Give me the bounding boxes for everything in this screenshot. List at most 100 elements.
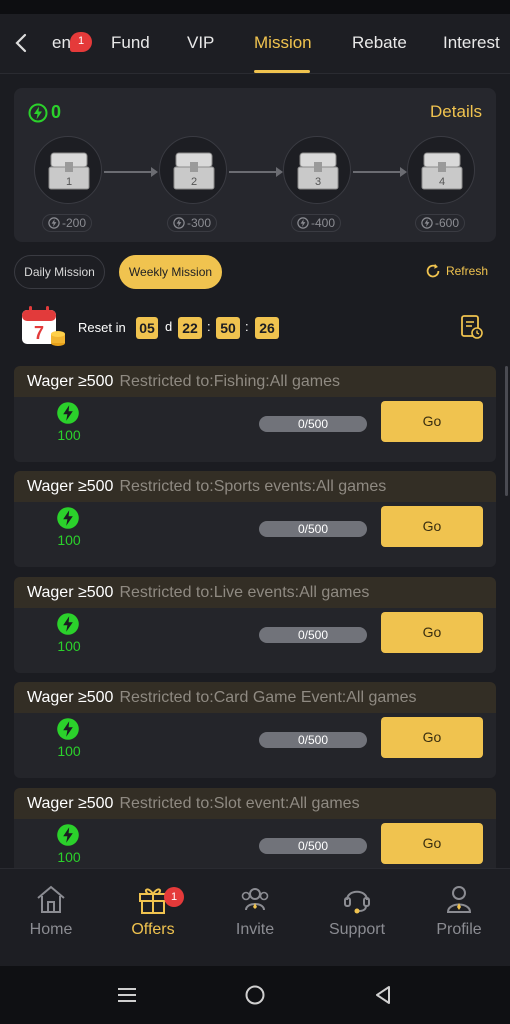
go-button[interactable]: Go	[381, 506, 483, 547]
nav-support-label: Support	[328, 921, 386, 938]
timer-minutes: 50	[216, 317, 240, 339]
energy-bolt-icon	[57, 507, 79, 529]
chest-cost: -600	[415, 214, 466, 232]
reset-label: Reset in	[78, 320, 126, 335]
go-button[interactable]: Go	[381, 823, 483, 864]
user-icon	[446, 886, 472, 913]
back-triangle-icon[interactable]	[372, 984, 394, 1006]
tab-mission[interactable]: Mission	[254, 33, 312, 53]
recent-apps-icon[interactable]	[116, 984, 138, 1006]
energy-bolt-icon	[173, 217, 185, 229]
nav-profile-label: Profile	[436, 921, 482, 938]
treasure-chest-3[interactable]: 3	[283, 136, 351, 204]
treasure-chest-4[interactable]: 4	[407, 136, 475, 204]
offers-badge: 1	[164, 887, 184, 907]
tab-badge: 1	[70, 32, 92, 52]
energy-bolt-icon	[57, 718, 79, 740]
tab-interest[interactable]: Interest	[443, 33, 500, 53]
mission-reward: 100	[57, 849, 81, 865]
chest-cost-value: -600	[435, 216, 460, 230]
tab-rebate[interactable]: Rebate	[352, 33, 407, 53]
nav-support[interactable]: Support	[306, 883, 408, 939]
chest-number: 1	[66, 176, 72, 188]
history-record-icon[interactable]	[460, 314, 484, 340]
mission-restriction: Restricted to:Slot event:All games	[119, 794, 360, 812]
chest-icon: 1	[48, 152, 90, 190]
go-button[interactable]: Go	[381, 717, 483, 758]
energy-bolt-icon	[297, 217, 309, 229]
energy-bolt-icon	[57, 402, 79, 424]
chest-progress-card: 0 Details 1 2 3 4 -200 -300 -400 -600	[14, 88, 496, 242]
go-button[interactable]: Go	[381, 401, 483, 442]
mission-progress: 0/500	[259, 838, 367, 854]
tab-vip[interactable]: VIP	[187, 33, 214, 53]
energy-bolt-icon	[421, 217, 433, 229]
energy-value: 0	[51, 102, 62, 122]
nav-profile[interactable]: Profile	[408, 883, 510, 939]
mission-title: Wager ≥500	[27, 688, 114, 706]
weekly-mission-button[interactable]: Weekly Mission	[119, 255, 222, 289]
mission-progress: 0/500	[259, 732, 367, 748]
chest-icon: 2	[173, 152, 215, 190]
go-button[interactable]: Go	[381, 612, 483, 653]
tab-fund[interactable]: Fund	[111, 33, 150, 53]
energy-balance: 0	[28, 102, 61, 123]
progress-arrow	[229, 167, 283, 177]
refresh-label: Refresh	[445, 264, 488, 278]
system-nav-bar	[0, 966, 510, 1024]
chest-cost: -200	[42, 214, 93, 232]
chest-icon: 4	[421, 152, 463, 190]
chest-cost-value: -200	[62, 216, 87, 230]
treasure-chest-2[interactable]: 2	[159, 136, 227, 204]
nav-offers[interactable]: 1 Offers	[102, 883, 204, 939]
mission-restriction: Restricted to:Sports events:All games	[119, 477, 387, 495]
chest-number: 2	[191, 176, 197, 188]
calendar-day: 7	[34, 323, 44, 343]
mission-reward: 100	[57, 427, 81, 443]
mission-reward: 100	[57, 638, 81, 654]
mission-restriction: Restricted to:Live events:All games	[119, 583, 370, 601]
details-link[interactable]: Details	[430, 102, 482, 122]
chest-cost: -300	[167, 214, 218, 232]
progress-arrow	[104, 167, 158, 177]
reset-timer: 7 Reset in 05 d 22 : 50 : 26	[20, 304, 490, 352]
refresh-button[interactable]: Refresh	[424, 262, 488, 280]
mission-reward: 100	[57, 743, 81, 759]
back-arrow-icon[interactable]	[10, 28, 34, 58]
mission-restriction: Restricted to:Card Game Event:All games	[119, 688, 417, 706]
chest-number: 3	[315, 176, 321, 188]
progress-arrow	[353, 167, 407, 177]
mission-card: Wager ≥500 Restricted to:Sports events:Al…	[14, 471, 496, 567]
invite-icon	[241, 888, 269, 911]
daily-mission-button[interactable]: Daily Mission	[14, 255, 105, 289]
nav-invite-label: Invite	[235, 921, 275, 938]
timer-day-unit: d	[165, 319, 173, 334]
nav-home-label: Home	[29, 921, 73, 938]
energy-bolt-icon	[57, 824, 79, 846]
energy-bolt-icon	[28, 103, 48, 122]
scrollbar[interactable]	[505, 366, 508, 496]
timer-hours: 22	[178, 317, 202, 339]
nav-invite[interactable]: Invite	[204, 883, 306, 939]
energy-bolt-icon	[57, 613, 79, 635]
nav-home[interactable]: Home	[0, 883, 102, 939]
timer-days: 05	[136, 317, 158, 339]
mission-title: Wager ≥500	[27, 794, 114, 812]
nav-offers-label: Offers	[131, 921, 175, 938]
chest-number: 4	[439, 176, 445, 188]
chest-cost-value: -400	[311, 216, 336, 230]
mission-title: Wager ≥500	[27, 477, 114, 495]
energy-bolt-icon	[48, 217, 60, 229]
mission-progress: 0/500	[259, 627, 367, 643]
mission-card: Wager ≥500 Restricted to:Card Game Event:…	[14, 682, 496, 778]
bottom-nav: Home 1 Offers Invite Support Profile	[0, 868, 510, 966]
status-bar	[0, 0, 510, 14]
treasure-chest-1[interactable]: 1	[34, 136, 102, 204]
chest-cost: -400	[291, 214, 342, 232]
refresh-icon	[426, 263, 440, 278]
home-circle-icon[interactable]	[244, 984, 266, 1006]
top-tab-bar: ent 1 Fund VIP Mission Rebate Interest	[0, 14, 510, 74]
active-tab-indicator	[254, 70, 310, 73]
calendar-icon: 7	[22, 306, 65, 346]
home-icon	[37, 885, 65, 913]
